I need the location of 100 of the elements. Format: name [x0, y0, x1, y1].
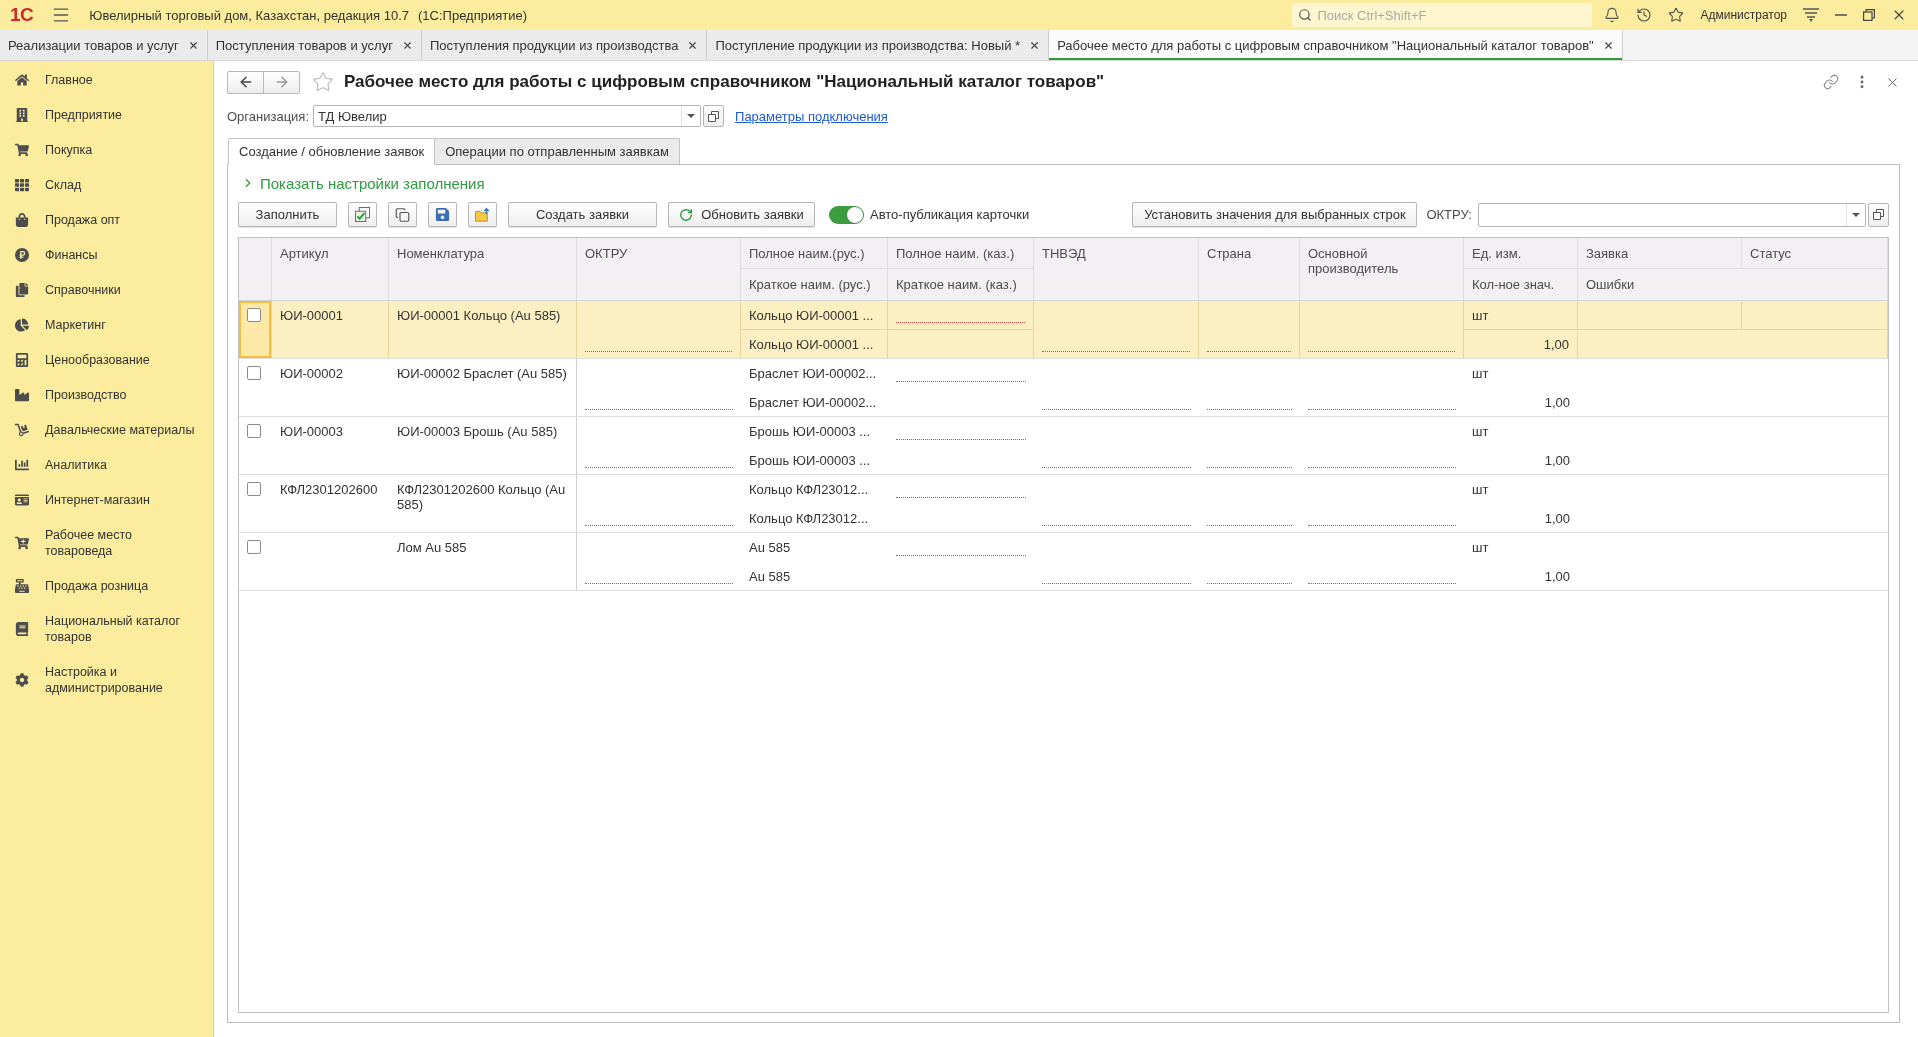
open-button[interactable]: [703, 105, 725, 127]
sidebar-item[interactable]: Маркетинг: [0, 307, 213, 342]
close-icon[interactable]: [401, 39, 413, 51]
open-tab[interactable]: Рабочее место для работы с цифровым справочником "Национальный каталог товаров": [1049, 30, 1623, 60]
star-icon[interactable]: [1668, 7, 1685, 23]
required-field-line[interactable]: [1308, 350, 1455, 352]
user-name[interactable]: Администратор: [1700, 8, 1787, 22]
open-tab[interactable]: Поступление продукции из производства: Новый *: [707, 30, 1050, 60]
column-header[interactable]: Статус: [1742, 238, 1888, 269]
column-header[interactable]: Основной производитель: [1300, 238, 1464, 300]
column-header[interactable]: Номенклатура: [389, 238, 577, 300]
create-button[interactable]: Создать заявки: [508, 202, 657, 227]
refresh-button[interactable]: Обновить заявки: [668, 202, 815, 227]
column-header[interactable]: Ошибки: [1578, 269, 1888, 300]
sidebar-item[interactable]: Настройка и администрирование: [0, 654, 213, 705]
organization-field[interactable]: ТД Ювелир: [313, 105, 702, 127]
checkbox[interactable]: [247, 366, 261, 380]
form-tab[interactable]: Операции по отправленным заявкам: [434, 138, 680, 165]
sidebar-item[interactable]: Справочники: [0, 272, 213, 307]
required-field-line[interactable]: [1207, 466, 1292, 468]
close-icon[interactable]: [1602, 39, 1614, 51]
required-field-line[interactable]: [1042, 524, 1191, 526]
fill-button[interactable]: Заполнить: [238, 202, 337, 227]
sidebar-item[interactable]: Покупка: [0, 132, 213, 167]
column-header[interactable]: Краткое наим. (каз.): [888, 269, 1034, 300]
required-field-line[interactable]: [585, 466, 733, 468]
column-header[interactable]: Полное наим.(рус.): [741, 238, 888, 269]
form-tab[interactable]: Создание / обновление заявок: [228, 138, 436, 165]
sidebar-item[interactable]: Национальный каталог товаров: [0, 603, 213, 654]
sidebar-item[interactable]: Производство: [0, 377, 213, 412]
checkbox[interactable]: [247, 424, 261, 438]
restore-icon[interactable]: [1863, 9, 1875, 21]
open-tab[interactable]: Реализации товаров и услуг: [0, 30, 208, 60]
required-field-line[interactable]: [1042, 466, 1191, 468]
save-button[interactable]: [428, 202, 457, 227]
column-header[interactable]: Ед. изм.: [1464, 238, 1578, 269]
column-header[interactable]: ТНВЭД: [1034, 238, 1199, 300]
sidebar-item[interactable]: Ценообразование: [0, 342, 213, 377]
sidebar-item[interactable]: Продажа розница: [0, 568, 213, 603]
focused-cell[interactable]: [239, 301, 272, 358]
dropdown-button[interactable]: [1846, 203, 1865, 226]
sidebar-item[interactable]: Склад: [0, 167, 213, 202]
group-toggle[interactable]: Показать настройки заполнения: [241, 174, 485, 192]
required-field-line[interactable]: [1207, 350, 1291, 352]
sidebar-item[interactable]: Главное: [0, 62, 213, 97]
required-field-line[interactable]: [585, 350, 732, 352]
lines-menu-icon[interactable]: [1803, 8, 1819, 22]
column-header[interactable]: Страна: [1199, 238, 1300, 300]
required-field-line[interactable]: [1308, 582, 1456, 584]
required-field-line[interactable]: [896, 438, 1026, 440]
folder-button[interactable]: [468, 202, 497, 227]
required-field-line[interactable]: [1207, 408, 1292, 410]
required-field-line[interactable]: [1207, 524, 1292, 526]
required-field-line[interactable]: [896, 554, 1026, 556]
column-header[interactable]: Полное наим. (каз.): [888, 238, 1034, 269]
close-icon[interactable]: [687, 39, 699, 51]
required-field-line[interactable]: [896, 321, 1025, 323]
checkbox[interactable]: [247, 540, 261, 554]
required-field-line[interactable]: [1308, 408, 1456, 410]
checkbox[interactable]: [247, 482, 261, 496]
bell-icon[interactable]: [1604, 7, 1621, 23]
required-field-line[interactable]: [1042, 582, 1191, 584]
oktru-field[interactable]: [1478, 202, 1866, 227]
column-header[interactable]: Артикул: [272, 238, 389, 300]
required-field-line[interactable]: [585, 582, 733, 584]
dropdown-button[interactable]: [681, 106, 701, 126]
sidebar-item[interactable]: Давальческие материалы: [0, 412, 213, 447]
check-all-button[interactable]: [348, 202, 377, 227]
required-field-line[interactable]: [1042, 408, 1191, 410]
close-icon[interactable]: [1029, 39, 1041, 51]
required-field-line[interactable]: [1042, 350, 1190, 352]
required-field-line[interactable]: [1207, 582, 1292, 584]
sidebar-item[interactable]: Рабочее место товароведа: [0, 517, 213, 568]
copy-button[interactable]: [388, 202, 417, 227]
set-values-button[interactable]: Установить значения для выбранных строк: [1132, 202, 1418, 227]
open-tab[interactable]: Поступления товаров и услуг: [207, 30, 422, 60]
table-row[interactable]: Лом Au 585 Au 585 шт Au 585 1,00: [239, 533, 1888, 591]
sidebar-item[interactable]: Интернет-магазин: [0, 482, 213, 517]
column-header[interactable]: Заявка: [1578, 238, 1742, 269]
required-field-line[interactable]: [1308, 524, 1456, 526]
forward-button[interactable]: [263, 70, 300, 94]
close-icon[interactable]: [187, 39, 199, 51]
column-header[interactable]: Кол-ное знач.: [1464, 269, 1578, 300]
sidebar-item[interactable]: Продажа опт: [0, 202, 213, 237]
required-field-line[interactable]: [1308, 466, 1456, 468]
search-field[interactable]: Поиск Ctrl+Shift+F: [1292, 3, 1593, 27]
required-field-line[interactable]: [896, 380, 1026, 382]
favorite-star-icon[interactable]: [312, 71, 334, 93]
open-button[interactable]: [1868, 202, 1889, 227]
required-field-line[interactable]: [585, 408, 733, 410]
link-icon[interactable]: [1823, 74, 1839, 90]
connection-link[interactable]: Параметры подключения: [735, 108, 888, 124]
toggle-switch[interactable]: [829, 205, 864, 224]
sidebar-item[interactable]: Предприятие: [0, 97, 213, 132]
column-header[interactable]: ОКТРУ: [577, 238, 741, 300]
sidebar-item[interactable]: Аналитика: [0, 447, 213, 482]
sidebar-item[interactable]: Финансы: [0, 237, 213, 272]
required-field-line[interactable]: [585, 524, 733, 526]
column-header[interactable]: Краткое наим. (рус.): [741, 269, 888, 300]
checkbox[interactable]: [247, 308, 261, 322]
